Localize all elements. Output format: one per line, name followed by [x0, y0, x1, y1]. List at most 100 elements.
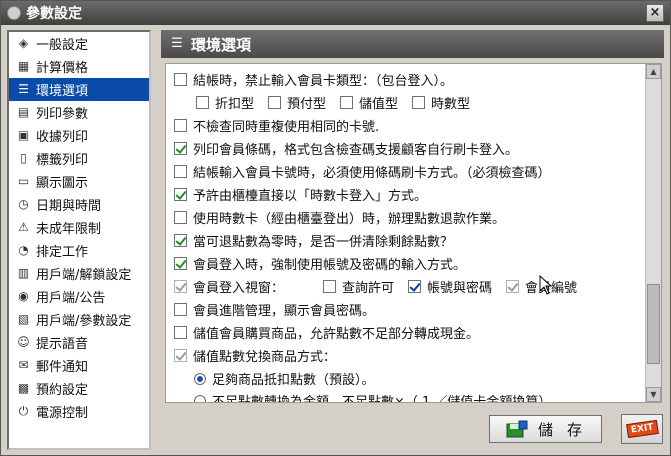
sidebar-item-label: 提示語音: [36, 337, 89, 352]
sidebar-item[interactable]: ◉ 用戶端/公告: [9, 285, 149, 308]
card-type-label: 折扣型: [215, 97, 255, 112]
sidebar-item[interactable]: ▣ 收據列印: [9, 124, 149, 147]
checkbox[interactable]: [340, 96, 354, 109]
option-row[interactable]: 結帳輸入會員卡號時，必須使用條碼刷卡方式。（必須檢查碼）: [174, 162, 551, 181]
option-row[interactable]: 會員進階管理，顯示會員密碼。: [174, 300, 375, 319]
printer-settings-icon: ▤: [17, 105, 30, 119]
sidebar-item[interactable]: ▧ 用戶端/參數設定: [9, 308, 149, 331]
option-label: 儲值點數兌換商品方式：: [193, 350, 337, 365]
sidebar-item[interactable]: ⏻ 電源控制: [9, 400, 149, 423]
checkbox[interactable]: [174, 73, 187, 86]
option-label: 使用時數卡（經由櫃臺登出）時，辦理點數退款作業。: [193, 212, 506, 227]
option-row[interactable]: 列印會員條碼，格式包含檢查碼支援顧客自行刷卡登入。: [174, 139, 518, 158]
option-label: 不檢查同時重複使用相同的卡號.: [193, 120, 380, 135]
card-type-option[interactable]: 儲值型: [340, 93, 398, 112]
checkbox[interactable]: [174, 349, 187, 362]
panel-title: 環境選項: [191, 35, 252, 54]
sidebar-item[interactable]: ☺ 提示語音: [9, 331, 149, 354]
checkbox[interactable]: [174, 165, 187, 178]
title-bar: 參數設定 ×: [1, 1, 670, 25]
window-title: 參數設定: [26, 6, 82, 22]
option-row[interactable]: 當可退點數為零時，是否一併清除剩餘點數？: [174, 231, 453, 250]
sidebar-item-label: 用戶端/公告: [36, 291, 106, 306]
sidebar-item-label: 用戶端/解鎖設定: [36, 268, 132, 283]
sidebar-item[interactable]: ▭ 顯示圖示: [9, 170, 149, 193]
radio-row[interactable]: 不足點數轉換為金額。不足點數×（ 1 ／儲值卡金額換算）: [194, 391, 552, 403]
options-list-icon: ☰: [18, 82, 29, 96]
sidebar: ◈ 一般設定 ▦ 計算價格 ☰ 環境選項 ▤ 列印參數 ▣ 收據列印 ▯ 標籤列印 ▭ 顯示圖示 ◷ 日期與時…: [7, 30, 151, 450]
sidebar-item[interactable]: ▯ 標籤列印: [9, 147, 149, 170]
radio-label: 不足點數轉換為金額。不足點數×（ 1 ／儲值卡金額換算）: [212, 395, 552, 403]
sidebar-item[interactable]: ▥ 用戶端/解鎖設定: [9, 262, 149, 285]
sidebar-item-label: 環境選項: [36, 84, 89, 99]
sidebar-item[interactable]: ◈ 一般設定: [9, 32, 149, 55]
option-row[interactable]: 儲值點數兌換商品方式：: [174, 346, 336, 365]
option-row[interactable]: 予許由櫃檯直接以「時數卡登入」方式。: [174, 185, 427, 204]
checkbox[interactable]: [323, 280, 336, 293]
scroll-down-arrow-icon[interactable]: ▼: [646, 387, 661, 402]
option-label: 會員進階管理，顯示會員密碼。: [193, 304, 376, 319]
card-type-option[interactable]: 折扣型: [196, 93, 254, 112]
vertical-scrollbar[interactable]: ▲ ▼: [645, 64, 661, 402]
card-type-label: 預付型: [287, 97, 327, 112]
sidebar-item-label: 列印參數: [36, 107, 89, 122]
checkbox[interactable]: [174, 280, 187, 293]
radio-button[interactable]: [194, 372, 206, 385]
checkbox[interactable]: [174, 326, 187, 339]
checkbox[interactable]: [174, 211, 187, 224]
radio-button[interactable]: [194, 394, 206, 402]
sidebar-item-label: 標籤列印: [36, 153, 89, 168]
checkbox[interactable]: [412, 96, 426, 109]
checkbox[interactable]: [408, 280, 422, 293]
login-option[interactable]: 帳號與密碼: [408, 277, 492, 296]
card-type-row: 折扣型 預付型 儲值型 時數型: [196, 93, 484, 112]
sidebar-item[interactable]: ✉ 郵件通知: [9, 354, 149, 377]
settings-window: 參數設定 × ◈ 一般設定 ▦ 計算價格 ☰ 環境選項 ▤ 列印參數 ▣ 收據列印 ▯ 標籤列印 ▭ 顯示…: [0, 0, 671, 456]
option-row[interactable]: 結帳時，禁止輸入會員卡類型：（包台登入）。: [174, 70, 453, 89]
checkbox[interactable]: [174, 188, 187, 201]
option-label: 予許由櫃檯直接以「時數卡登入」方式。: [193, 189, 428, 204]
checkbox[interactable]: [174, 303, 187, 316]
sidebar-item-label: 未成年限制: [36, 222, 102, 237]
age-restriction-icon: ⚠: [18, 220, 29, 234]
sidebar-item[interactable]: ◔ 排定工作: [9, 239, 149, 262]
save-button[interactable]: 儲存: [489, 415, 602, 443]
sidebar-item[interactable]: ▩ 預約設定: [9, 377, 149, 400]
option-row[interactable]: 使用時數卡（經由櫃臺登出）時，辦理點數退款作業。: [174, 208, 505, 227]
monitor-icon: ▭: [17, 174, 30, 188]
sidebar-item[interactable]: ◷ 日期與時間: [9, 193, 149, 216]
option-row[interactable]: 會員登入時，強制使用帳號及密碼的輸入方式。: [174, 254, 466, 273]
exit-icon: EXIT: [625, 419, 659, 439]
sidebar-item[interactable]: ▤ 列印參數: [9, 101, 149, 124]
clock-icon: ◷: [18, 197, 29, 211]
schedule-icon: ◔: [18, 243, 29, 257]
card-type-option[interactable]: 時數型: [412, 93, 470, 112]
checkbox[interactable]: [174, 119, 187, 132]
checkbox[interactable]: [268, 96, 282, 109]
exit-button[interactable]: EXIT: [621, 414, 663, 444]
sidebar-item[interactable]: ☰ 環境選項: [9, 78, 149, 101]
login-option[interactable]: 查詢許可: [323, 277, 394, 296]
sidebar-item-label: 郵件通知: [36, 360, 89, 375]
sidebar-item[interactable]: ⚠ 未成年限制: [9, 216, 149, 239]
option-label: 結帳時，禁止輸入會員卡類型：（包台登入）。: [193, 74, 454, 89]
option-label: 會員登入視窗：: [193, 281, 285, 296]
checkbox[interactable]: [174, 234, 187, 247]
option-row[interactable]: 不檢查同時重複使用相同的卡號.: [174, 116, 379, 135]
sidebar-item-label: 收據列印: [36, 130, 89, 145]
client-params-icon: ▧: [17, 312, 30, 326]
scroll-thumb[interactable]: [647, 284, 660, 364]
scroll-up-arrow-icon[interactable]: ▲: [646, 64, 661, 79]
option-label: 會員登入時，強制使用帳號及密碼的輸入方式。: [193, 258, 467, 273]
checkbox[interactable]: [174, 142, 187, 155]
save-label: 儲存: [538, 420, 597, 439]
app-icon: [7, 6, 21, 20]
checkbox[interactable]: [506, 280, 520, 293]
close-button[interactable]: ×: [646, 4, 664, 22]
card-type-option[interactable]: 預付型: [268, 93, 326, 112]
option-row[interactable]: 儲值會員購買商品，允許點數不足部分轉成現金。: [174, 323, 479, 342]
checkbox[interactable]: [174, 257, 187, 270]
sidebar-item[interactable]: ▦ 計算價格: [9, 55, 149, 78]
radio-row[interactable]: 足夠商品抵扣點數（預設）。: [194, 369, 375, 388]
checkbox[interactable]: [196, 96, 209, 109]
